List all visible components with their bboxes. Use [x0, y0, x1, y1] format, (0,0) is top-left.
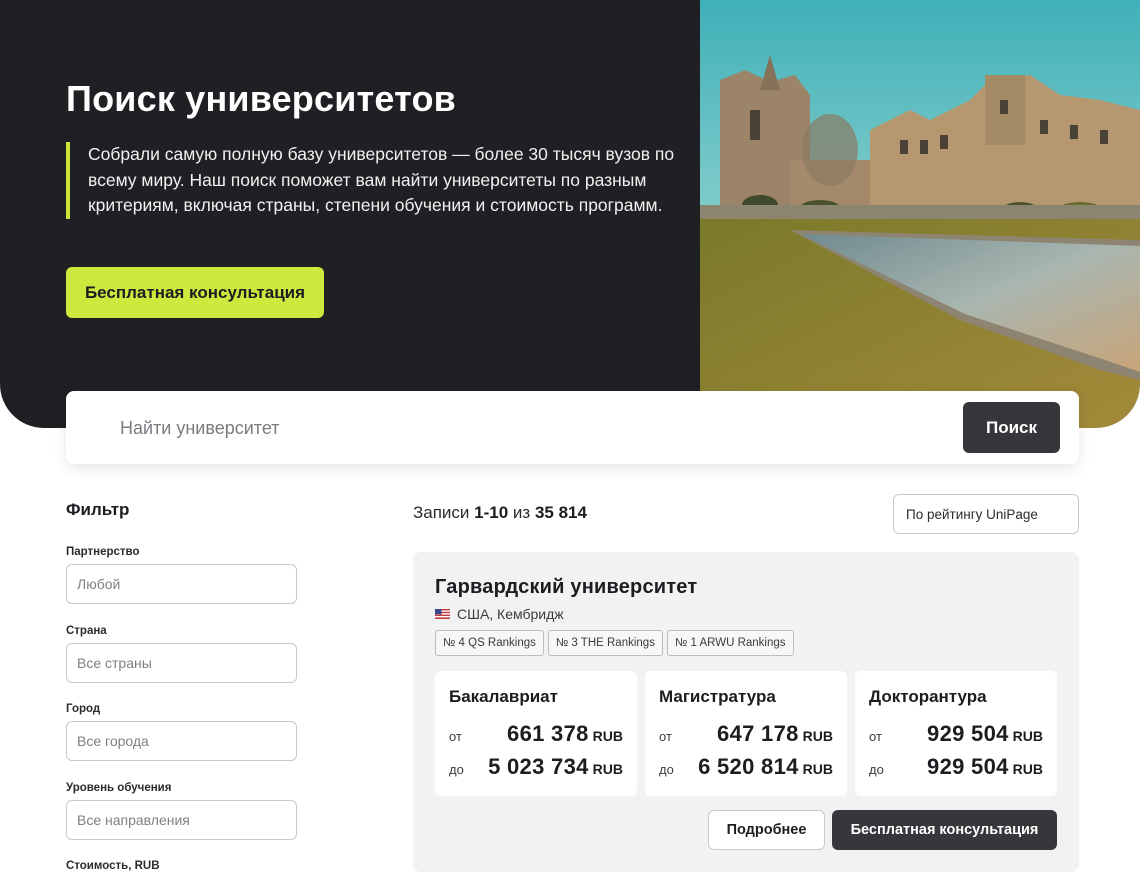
rankings-list: № 4 QS Rankings № 3 THE Rankings № 1 ARW… [435, 630, 794, 656]
filter-label: Уровень обучения [66, 782, 172, 794]
filter-label: Страна [66, 625, 107, 637]
records-total: 35 814 [534, 503, 587, 522]
sort-select[interactable]: По рейтингу UniPage [893, 494, 1079, 534]
details-button[interactable]: Подробнее [708, 810, 825, 850]
degree-title: Докторантура [869, 687, 987, 706]
ranking-tag-qs: № 4 QS Rankings [435, 630, 544, 656]
degree-title: Магистратура [659, 687, 776, 706]
filter-label: Партнерство [66, 546, 140, 558]
price-to: до 6 520 814 RUB [659, 754, 833, 780]
degree-card-bachelor: Бакалавриат от 661 378 RUB до 5 023 734 … [435, 671, 637, 796]
university-card: Гарвардский университет США, Кембридж № … [413, 552, 1079, 872]
degree-card-doctorate: Докторантура от 929 504 RUB до 929 504 R… [855, 671, 1057, 796]
price-currency: RUB [802, 761, 833, 777]
degree-card-master: Магистратура от 647 178 RUB до 6 520 814… [645, 671, 847, 796]
university-name[interactable]: Гарвардский университет [435, 576, 697, 599]
price-prefix: до [659, 762, 674, 777]
price-from: от 647 178 RUB [659, 721, 833, 747]
card-consultation-button[interactable]: Бесплатная консультация [832, 810, 1057, 850]
price-value: 929 504 [927, 754, 1009, 779]
city-select[interactable]: Все города [66, 721, 297, 761]
price-currency: RUB [1012, 761, 1043, 777]
price-prefix: от [659, 729, 672, 744]
price-value: 6 520 814 [698, 754, 799, 779]
location-text: США, Кембридж [457, 606, 564, 622]
level-select[interactable]: Все направления [66, 800, 297, 840]
partnership-select[interactable]: Любой [66, 564, 297, 604]
price-currency: RUB [802, 728, 833, 744]
price-from: от 661 378 RUB [449, 721, 623, 747]
filter-label: Стоимость, RUB [66, 860, 160, 872]
price-value: 647 178 [717, 721, 799, 746]
search-bar: Поиск [66, 391, 1079, 464]
degree-prices: Бакалавриат от 661 378 RUB до 5 023 734 … [435, 671, 1057, 796]
university-location: США, Кембридж [435, 606, 564, 622]
price-currency: RUB [1012, 728, 1043, 744]
price-prefix: до [449, 762, 464, 777]
filter-cost: Стоимость, RUB [66, 860, 297, 878]
records-range: 1-10 [474, 503, 509, 522]
records-count: Записи 1-10 из 35 814 [413, 503, 587, 523]
country-select[interactable]: Все страны [66, 643, 297, 683]
price-prefix: до [869, 762, 884, 777]
ranking-tag-the: № 3 THE Rankings [547, 630, 663, 656]
us-flag-icon [435, 609, 450, 619]
price-currency: RUB [592, 761, 623, 777]
price-from: от 929 504 RUB [869, 721, 1043, 747]
price-value: 661 378 [507, 721, 589, 746]
price-to: до 5 023 734 RUB [449, 754, 623, 780]
degree-title: Бакалавриат [449, 687, 558, 706]
search-input[interactable] [96, 411, 916, 445]
price-to: до 929 504 RUB [869, 754, 1043, 780]
search-button[interactable]: Поиск [963, 402, 1060, 453]
page-title: Поиск университетов [66, 78, 457, 119]
price-prefix: от [869, 729, 882, 744]
price-value: 5 023 734 [488, 754, 589, 779]
free-consultation-button[interactable]: Бесплатная консультация [66, 267, 324, 318]
filter-partnership: Партнерство Любой [66, 546, 297, 604]
records-prefix: Записи [413, 503, 470, 522]
filter-level: Уровень обучения Все направления [66, 782, 297, 840]
campus-photo [700, 0, 1140, 428]
filter-title: Фильтр [66, 500, 130, 519]
records-of: из [512, 503, 531, 522]
filter-country: Страна Все страны [66, 625, 297, 683]
filter-label: Город [66, 703, 101, 715]
filter-city: Город Все города [66, 703, 297, 761]
price-value: 929 504 [927, 721, 1009, 746]
hero-description: Собрали самую полную базу университетов … [66, 142, 686, 219]
ranking-tag-arwu: № 1 ARWU Rankings [666, 630, 794, 656]
price-prefix: от [449, 729, 462, 744]
price-currency: RUB [592, 728, 623, 744]
